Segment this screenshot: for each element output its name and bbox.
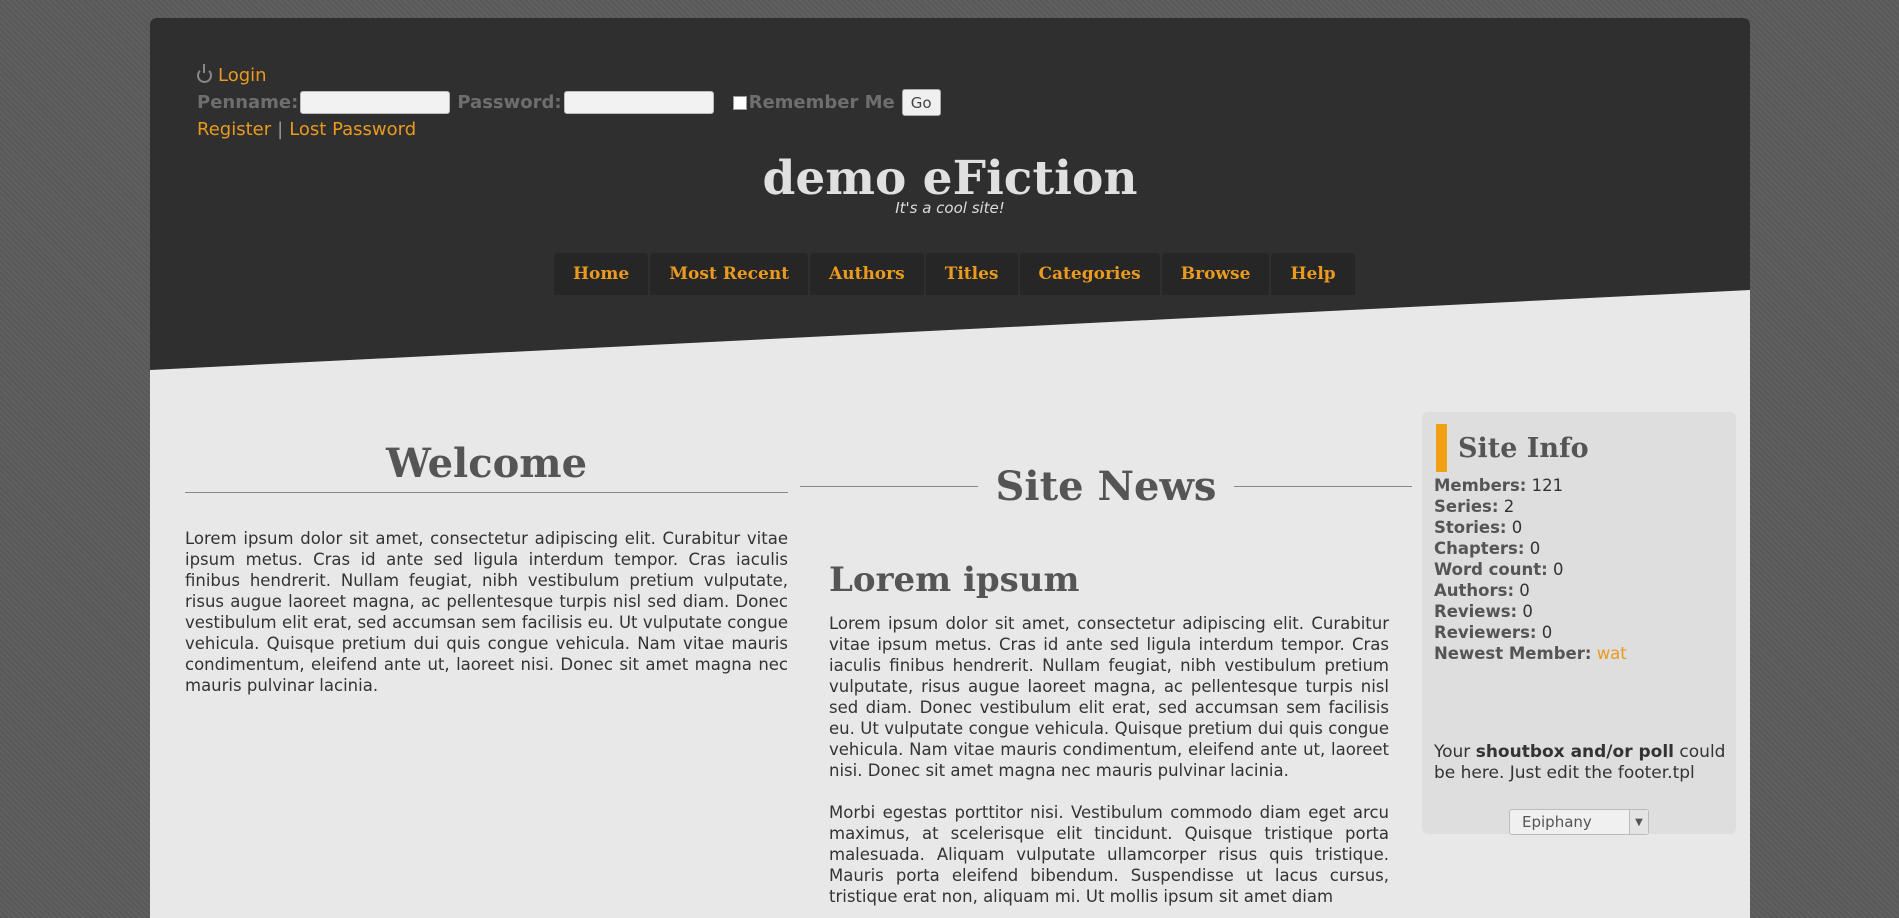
site-stats: Members: 121 Series: 2 Stories: 0 Chapte… xyxy=(1434,475,1627,664)
welcome-heading: Welcome xyxy=(385,440,588,487)
nav-home[interactable]: Home xyxy=(554,253,649,295)
nav-help[interactable]: Help xyxy=(1271,253,1355,295)
news-article-title: Lorem ipsum xyxy=(829,560,1080,600)
stat-row: Reviews: 0 xyxy=(1434,602,1533,621)
nav-most-recent[interactable]: Most Recent xyxy=(650,253,809,295)
remember-me-label: Remember Me xyxy=(748,92,895,113)
stat-row: Reviewers: 0 xyxy=(1434,623,1553,642)
register-link[interactable]: Register xyxy=(197,119,271,140)
newest-member-link[interactable]: wat xyxy=(1597,644,1627,663)
nav-authors[interactable]: Authors xyxy=(810,253,924,295)
site-title[interactable]: demo eFiction xyxy=(150,153,1750,205)
login-box: Login Penname: Password: Remember Me Go … xyxy=(197,62,941,143)
news-paragraph: Morbi egestas porttitor nisi. Vestibulum… xyxy=(829,803,1389,906)
penname-label: Penname: xyxy=(197,92,299,113)
site-branding: demo eFiction It's a cool site! xyxy=(150,153,1750,217)
main-nav: Home Most Recent Authors Titles Categori… xyxy=(554,253,1355,295)
welcome-text: Lorem ipsum dolor sit amet, consectetur … xyxy=(185,529,788,695)
stat-row: Stories: 0 xyxy=(1434,518,1523,537)
skin-select[interactable]: Epiphany ▼ xyxy=(1509,809,1649,835)
site-info-sidebar: Site Info Members: 121 Series: 2 Stories… xyxy=(1422,412,1736,835)
password-input[interactable] xyxy=(563,91,714,114)
heading-rule-left xyxy=(800,486,978,487)
heading-rule-right xyxy=(1234,486,1412,487)
nav-categories[interactable]: Categories xyxy=(1019,253,1160,295)
stat-row: Word count: 0 xyxy=(1434,560,1564,579)
site-news-heading-row: Site News xyxy=(800,463,1412,510)
nav-titles[interactable]: Titles xyxy=(925,253,1018,295)
link-separator: | xyxy=(277,119,284,140)
newest-member-row: Newest Member: wat xyxy=(1434,644,1627,663)
go-button[interactable]: Go xyxy=(901,89,941,116)
password-label: Password: xyxy=(457,92,562,113)
site-info-heading: Site Info xyxy=(1436,424,1589,472)
site-slogan: It's a cool site! xyxy=(895,198,1005,217)
nav-browse[interactable]: Browse xyxy=(1161,253,1270,295)
skin-selected-value: Epiphany xyxy=(1522,813,1592,831)
site-news-heading: Site News xyxy=(995,463,1217,510)
news-paragraph: Lorem ipsum dolor sit amet, consectetur … xyxy=(829,614,1389,780)
login-link[interactable]: Login xyxy=(218,65,267,86)
stat-row: Authors: 0 xyxy=(1434,581,1530,600)
stat-row: Chapters: 0 xyxy=(1434,539,1541,558)
power-icon xyxy=(197,64,212,83)
stat-row: Series: 2 xyxy=(1434,497,1515,516)
page-container: Login Penname: Password: Remember Me Go … xyxy=(150,18,1750,918)
penname-input[interactable] xyxy=(300,91,451,114)
chevron-down-icon[interactable]: ▼ xyxy=(1629,810,1648,834)
lost-password-link[interactable]: Lost Password xyxy=(289,119,416,140)
remember-me-checkbox[interactable] xyxy=(732,95,747,110)
shoutbox-note: Your shoutbox and/or poll could be here.… xyxy=(1434,742,1726,783)
welcome-divider xyxy=(185,492,788,493)
stat-row: Members: 121 xyxy=(1434,476,1564,495)
